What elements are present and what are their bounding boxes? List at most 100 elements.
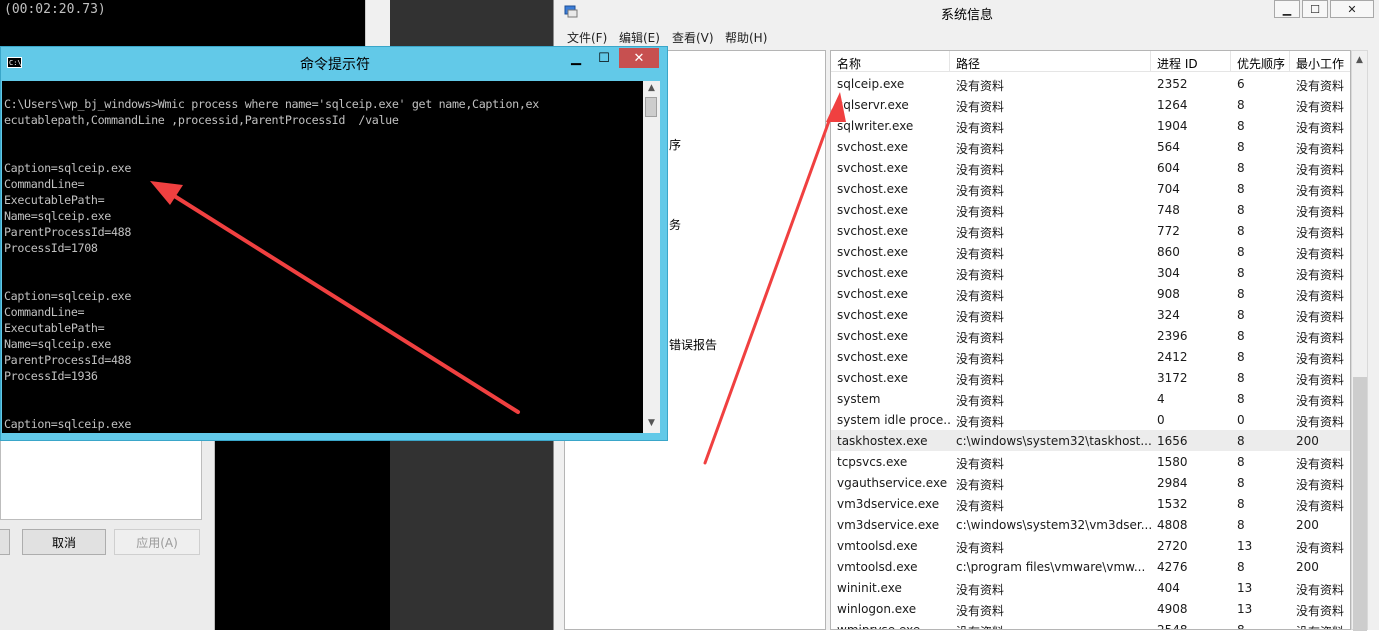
table-row[interactable]: vm3dservice.exe c:\windows\system32\vm3ds… — [831, 514, 1350, 535]
process-path: 没有资料 — [956, 100, 1005, 114]
table-row[interactable]: svchost.exe 没有资料 2396 8 没有资料 — [831, 325, 1350, 346]
process-path: 没有资料 — [956, 163, 1005, 177]
process-priority: 8 — [1237, 308, 1245, 322]
background-console: (00:02:20.73) — [0, 0, 365, 50]
process-path: 没有资料 — [956, 583, 1005, 597]
maximize-button[interactable]: ☐ — [591, 48, 617, 68]
table-row[interactable]: svchost.exe 没有资料 704 8 没有资料 — [831, 178, 1350, 199]
scroll-up-arrow-icon[interactable]: ▲ — [1352, 55, 1367, 65]
console-line: ProcessId=1936 — [4, 369, 98, 383]
table-row[interactable]: sqlceip.exe 没有资料 2352 6 没有资料 — [831, 73, 1350, 94]
table-row[interactable]: vm3dservice.exe 没有资料 1532 8 没有资料 — [831, 493, 1350, 514]
process-min-working-set: 没有资料 — [1296, 583, 1345, 597]
console-scrollbar[interactable]: ▲ ▼ — [643, 81, 660, 433]
process-id: 704 — [1157, 182, 1180, 196]
process-path: 没有资料 — [956, 268, 1005, 282]
scrollbar-thumb[interactable] — [1353, 377, 1367, 631]
table-row[interactable]: svchost.exe 没有资料 304 8 没有资料 — [831, 262, 1350, 283]
table-row[interactable]: wmiprvse.exe 没有资料 2548 8 没有资料 — [831, 619, 1350, 629]
process-name: svchost.exe — [837, 182, 908, 196]
table-row[interactable]: svchost.exe 没有资料 908 8 没有资料 — [831, 283, 1350, 304]
process-name: svchost.exe — [837, 308, 908, 322]
menu-help[interactable]: 帮助(H) — [725, 29, 767, 46]
apply-button[interactable]: 应用(A) — [114, 529, 200, 555]
process-path: 没有资料 — [956, 289, 1005, 303]
tree-item-fragment[interactable]: 序 — [669, 136, 681, 153]
ok-button-partial[interactable] — [0, 529, 10, 555]
close-button[interactable]: ✕ — [619, 48, 659, 68]
table-row[interactable]: svchost.exe 没有资料 324 8 没有资料 — [831, 304, 1350, 325]
process-path: 没有资料 — [956, 499, 1005, 513]
system-info-titlebar[interactable]: 系统信息 ▁ ☐ ✕ — [554, 0, 1379, 24]
process-priority: 8 — [1237, 182, 1245, 196]
system-info-title: 系统信息 — [940, 8, 993, 23]
process-name: vm3dservice.exe — [837, 497, 940, 511]
column-header-min-working-set[interactable]: 最小工作 — [1290, 51, 1350, 72]
process-path: 没有资料 — [956, 79, 1005, 93]
minimize-button[interactable]: ▁ — [1274, 0, 1300, 18]
command-prompt-window: C:\ 命令提示符 ▁ ☐ ✕ C:\Users\wp_bj_windows>W… — [0, 46, 668, 441]
table-row[interactable]: svchost.exe 没有资料 772 8 没有资料 — [831, 220, 1350, 241]
process-min-working-set: 没有资料 — [1296, 142, 1345, 156]
table-row[interactable]: vmtoolsd.exe 没有资料 2720 13 没有资料 — [831, 535, 1350, 556]
table-row[interactable]: svchost.exe 没有资料 748 8 没有资料 — [831, 199, 1350, 220]
menu-edit[interactable]: 编辑(E) — [619, 29, 660, 46]
process-min-working-set: 没有资料 — [1296, 226, 1345, 240]
console-line: ExecutablePath= — [4, 321, 105, 335]
column-header-path[interactable]: 路径 — [950, 51, 1151, 72]
table-row[interactable]: sqlwriter.exe 没有资料 1904 8 没有资料 — [831, 115, 1350, 136]
process-path: 没有资料 — [956, 184, 1005, 198]
console-line: Name=sqlceip.exe — [4, 337, 111, 351]
table-row[interactable]: svchost.exe 没有资料 604 8 没有资料 — [831, 157, 1350, 178]
process-min-working-set: 200 — [1296, 560, 1319, 574]
column-header-pid[interactable]: 进程 ID — [1151, 51, 1231, 72]
table-row[interactable]: system idle proce... 没有资料 0 0 没有资料 — [831, 409, 1350, 430]
process-id: 2352 — [1157, 77, 1188, 91]
maximize-button[interactable]: ☐ — [1302, 0, 1328, 18]
process-path: 没有资料 — [956, 247, 1005, 261]
process-min-working-set: 没有资料 — [1290, 619, 1350, 629]
process-priority: 8 — [1237, 161, 1245, 175]
console-line: Name=sqlceip.exe — [4, 209, 111, 223]
column-header-priority[interactable]: 优先顺序 — [1231, 51, 1290, 72]
scroll-up-arrow-icon[interactable]: ▲ — [643, 83, 660, 93]
process-priority: 8 — [1237, 140, 1245, 154]
console-line: Caption=sqlceip.exe — [4, 161, 132, 175]
table-row[interactable]: svchost.exe 没有资料 564 8 没有资料 — [831, 136, 1350, 157]
menu-file[interactable]: 文件(F) — [567, 29, 607, 46]
process-name: svchost.exe — [837, 371, 908, 385]
process-min-working-set: 没有资料 — [1296, 205, 1345, 219]
process-path: c:\program files\vmware\vmw... — [956, 560, 1146, 574]
background-console-lower — [200, 440, 390, 630]
process-priority: 13 — [1237, 602, 1253, 616]
console-line: CommandLine= — [4, 177, 85, 191]
tree-item-fragment[interactable]: 务 — [669, 216, 681, 233]
process-list-scrollbar[interactable]: ▲ — [1351, 50, 1368, 631]
table-row[interactable]: svchost.exe 没有资料 860 8 没有资料 — [831, 241, 1350, 262]
column-header-name[interactable]: 名称 — [831, 51, 950, 72]
process-path: 没有资料 — [956, 205, 1005, 219]
minimize-icon: ▁ — [1282, 2, 1292, 16]
table-row[interactable]: vmtoolsd.exe c:\program files\vmware\vmw.… — [831, 556, 1350, 577]
console-output[interactable]: C:\Users\wp_bj_windows>Wmic process wher… — [2, 81, 643, 433]
process-min-working-set: 没有资料 — [1296, 247, 1345, 261]
tree-item-fragment[interactable]: 错误报告 — [669, 336, 717, 353]
menu-view[interactable]: 查看(V) — [672, 29, 714, 46]
table-row[interactable]: winlogon.exe 没有资料 4908 13 没有资料 — [831, 598, 1350, 619]
table-row[interactable]: wininit.exe 没有资料 404 13 没有资料 — [831, 577, 1350, 598]
table-row[interactable]: svchost.exe 没有资料 2412 8 没有资料 — [831, 346, 1350, 367]
table-row[interactable]: svchost.exe 没有资料 3172 8 没有资料 — [831, 367, 1350, 388]
cancel-button[interactable]: 取消 — [22, 529, 106, 555]
table-row[interactable]: system 没有资料 4 8 没有资料 — [831, 388, 1350, 409]
scroll-down-arrow-icon[interactable]: ▼ — [643, 418, 660, 428]
process-min-working-set: 没有资料 — [1296, 352, 1345, 366]
table-row[interactable]: vgauthservice.exe 没有资料 2984 8 没有资料 — [831, 472, 1350, 493]
command-prompt-titlebar[interactable]: C:\ 命令提示符 ▁ ☐ ✕ — [1, 47, 669, 77]
minimize-button[interactable]: ▁ — [563, 48, 589, 68]
table-row[interactable]: tcpsvcs.exe 没有资料 1580 8 没有资料 — [831, 451, 1350, 472]
close-button[interactable]: ✕ — [1330, 0, 1374, 18]
console-line: ParentProcessId=488 — [4, 353, 132, 367]
table-row[interactable]: sqlservr.exe 没有资料 1264 8 没有资料 — [831, 94, 1350, 115]
table-row[interactable]: taskhostex.exe c:\windows\system32\taskho… — [831, 430, 1350, 451]
scrollbar-thumb[interactable] — [645, 97, 657, 117]
